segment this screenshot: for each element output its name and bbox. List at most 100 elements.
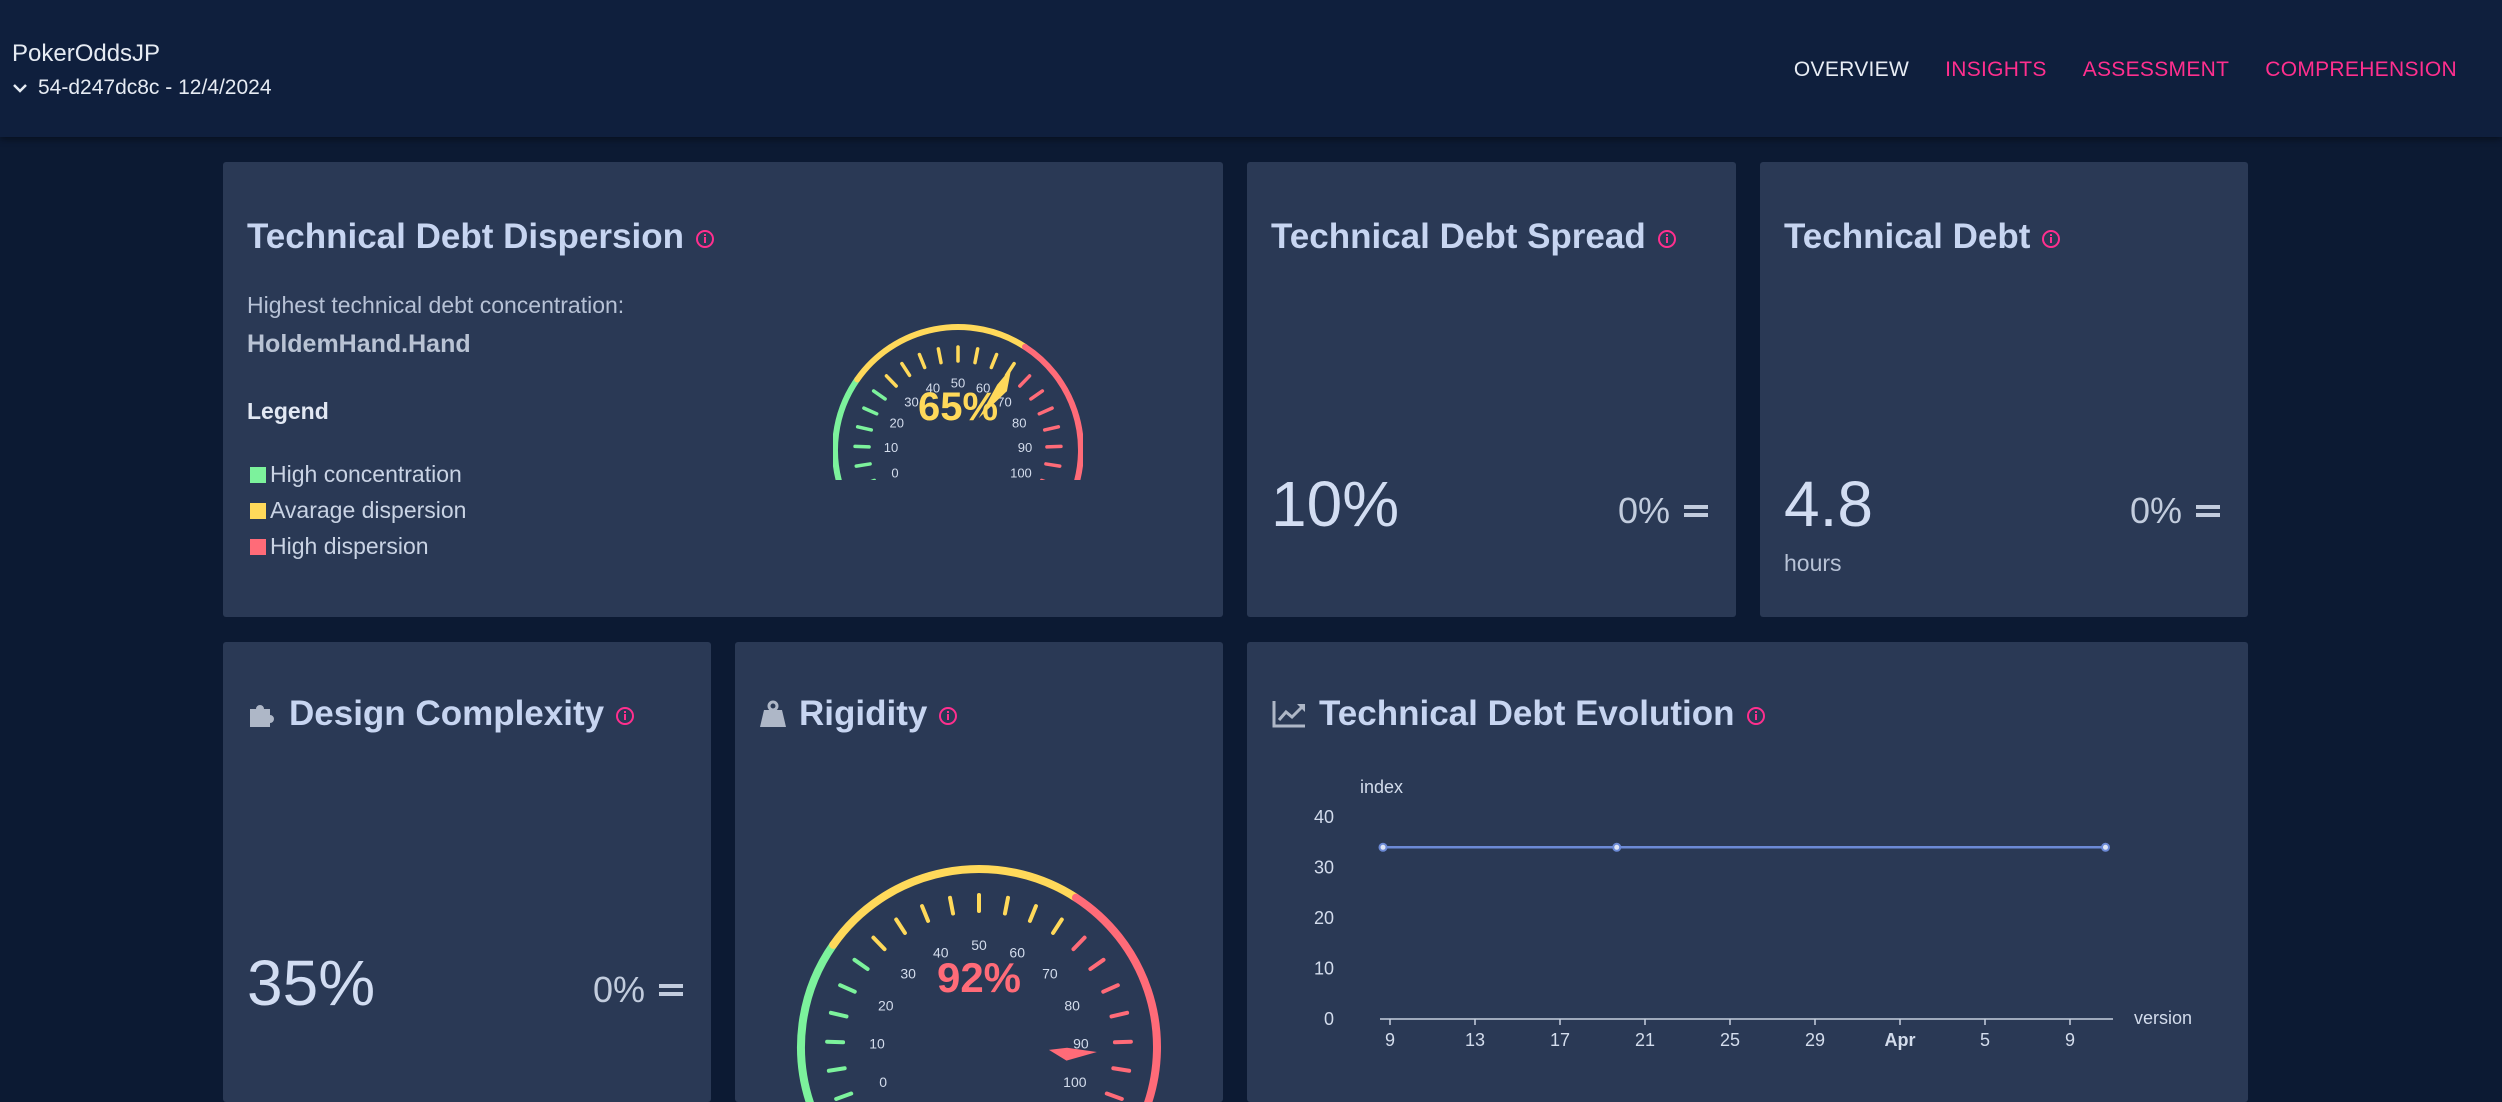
delta-value: 0% xyxy=(593,969,645,1011)
complexity-value: 35% xyxy=(247,946,375,1020)
gauge-tick xyxy=(873,938,884,950)
gauge-arc-segment xyxy=(1076,898,1157,1102)
y-axis-label: index xyxy=(1360,777,1403,797)
gauge-tick xyxy=(1113,1068,1129,1071)
dispersion-gauge: 0102030405060708090100 65% xyxy=(833,290,1083,480)
spread-value: 10% xyxy=(1271,467,1399,541)
data-point[interactable] xyxy=(2102,844,2109,851)
delta-value: 0% xyxy=(1618,490,1670,532)
gauge-arc-segment xyxy=(801,945,833,1102)
gauge-tick-label: 90 xyxy=(1018,440,1032,455)
gauge-tick xyxy=(1031,391,1042,399)
debt-card: Technical Debt 4.8 hours 0% xyxy=(1760,162,2248,617)
complexity-card: Design Complexity 35% 0% xyxy=(223,642,711,1102)
gauge-value: 92% xyxy=(937,954,1021,1001)
data-point[interactable] xyxy=(1613,844,1620,851)
dispersion-title: Technical Debt Dispersion xyxy=(247,217,684,257)
concentration-value: HoldemHand.Hand xyxy=(247,330,471,359)
data-point[interactable] xyxy=(1380,844,1387,851)
gauge-tick xyxy=(840,985,855,992)
info-icon[interactable] xyxy=(696,230,714,248)
top-bar: PokerOddsJP 54-d247dc8c - 12/4/2024 OVER… xyxy=(0,0,2502,137)
x-tick-label: Apr xyxy=(1885,1030,1916,1050)
gauge-tick xyxy=(896,920,905,933)
gauge-tick xyxy=(854,960,867,969)
main-nav: OVERVIEW INSIGHTS ASSESSMENT COMPREHENSI… xyxy=(1794,58,2457,82)
version-selector[interactable]: 54-d247dc8c - 12/4/2024 xyxy=(12,76,272,100)
y-tick-label: 40 xyxy=(1314,807,1334,827)
gauge-tick xyxy=(1090,960,1103,969)
info-icon[interactable] xyxy=(2042,230,2060,248)
spread-delta: 0% xyxy=(1618,490,1708,532)
y-tick-label: 10 xyxy=(1314,959,1334,979)
nav-overview[interactable]: OVERVIEW xyxy=(1794,58,1909,82)
debt-title: Technical Debt xyxy=(1784,217,2030,257)
info-icon[interactable] xyxy=(939,707,957,725)
nav-assessment[interactable]: ASSESSMENT xyxy=(2083,58,2230,82)
gauge-tick xyxy=(1020,376,1030,386)
legend-item: Avarage dispersion xyxy=(250,497,466,524)
spread-title: Technical Debt Spread xyxy=(1271,217,1646,257)
equal-icon xyxy=(1684,505,1708,517)
gauge-tick xyxy=(1115,1042,1131,1043)
delta-value: 0% xyxy=(2130,490,2182,532)
dispersion-card: Technical Debt Dispersion Highest techni… xyxy=(223,162,1223,617)
gauge-tick-label: 50 xyxy=(971,937,987,953)
gauge-tick xyxy=(1039,408,1052,414)
gauge-arc-segment xyxy=(857,327,1025,379)
gauge-tick xyxy=(975,349,978,363)
gauge-tick xyxy=(922,906,928,921)
evolution-card: Technical Debt Evolution index0102030409… xyxy=(1247,642,2248,1102)
version-label: 54-d247dc8c - 12/4/2024 xyxy=(38,76,272,100)
chevron-down-icon xyxy=(12,82,28,94)
gauge-tick xyxy=(1005,898,1008,914)
legend-label: High dispersion xyxy=(270,533,429,560)
gauge-tick xyxy=(1103,985,1118,992)
gauge-tick-label: 70 xyxy=(1042,966,1058,982)
legend-swatch-red xyxy=(250,539,266,555)
legend-swatch-yellow xyxy=(250,503,266,519)
nav-insights[interactable]: INSIGHTS xyxy=(1945,58,2047,82)
gauge-tick xyxy=(856,464,870,466)
gauge-arc-segment xyxy=(1025,347,1081,480)
gauge-tick-label: 20 xyxy=(890,415,904,430)
x-tick-label: 13 xyxy=(1465,1030,1485,1050)
gauge-tick-label: 0 xyxy=(891,465,898,480)
spread-card: Technical Debt Spread 10% 0% xyxy=(1247,162,1736,617)
rigidity-title: Rigidity xyxy=(799,694,927,734)
debt-unit: hours xyxy=(1784,550,1842,577)
info-icon[interactable] xyxy=(1658,230,1676,248)
rigidity-card: Rigidity 0102030405060708090100 92% xyxy=(735,642,1223,1102)
x-axis-label: version xyxy=(2134,1008,2192,1028)
evolution-chart: index01020304091317212529Apr59version xyxy=(1247,642,2248,1102)
gauge-tick-label: 10 xyxy=(884,440,898,455)
app-title: PokerOddsJP xyxy=(12,40,160,68)
x-tick-label: 9 xyxy=(1385,1030,1395,1050)
gauge-arc-segment xyxy=(833,869,1076,945)
gauge-tick-label: 30 xyxy=(904,394,918,409)
nav-comprehension[interactable]: COMPREHENSION xyxy=(2265,58,2457,82)
y-tick-label: 20 xyxy=(1314,908,1334,928)
gauge-tick-label: 0 xyxy=(879,1074,887,1090)
x-tick-label: 5 xyxy=(1980,1030,1990,1050)
gauge-tick xyxy=(1046,464,1060,466)
gauge-tick xyxy=(1045,427,1059,430)
legend-title: Legend xyxy=(247,398,329,425)
x-tick-label: 29 xyxy=(1805,1030,1825,1050)
gauge-tick xyxy=(919,355,924,368)
gauge-tick xyxy=(1053,920,1062,933)
gauge-tick-label: 10 xyxy=(869,1035,885,1051)
weight-icon xyxy=(759,699,787,729)
legend-item: High dispersion xyxy=(250,533,429,560)
legend-item: High concentration xyxy=(250,461,462,488)
gauge-tick-label: 20 xyxy=(878,997,894,1013)
info-icon[interactable] xyxy=(616,707,634,725)
gauge-tick xyxy=(829,1068,845,1071)
x-tick-label: 17 xyxy=(1550,1030,1570,1050)
gauge-tick xyxy=(1112,1013,1128,1017)
gauge-tick-label: 80 xyxy=(1064,997,1080,1013)
gauge-tick xyxy=(874,391,885,399)
rigidity-gauge: 0102030405060708090100 92% xyxy=(779,792,1179,1102)
gauge-tick xyxy=(836,1094,851,1099)
gauge-tick xyxy=(950,898,953,914)
